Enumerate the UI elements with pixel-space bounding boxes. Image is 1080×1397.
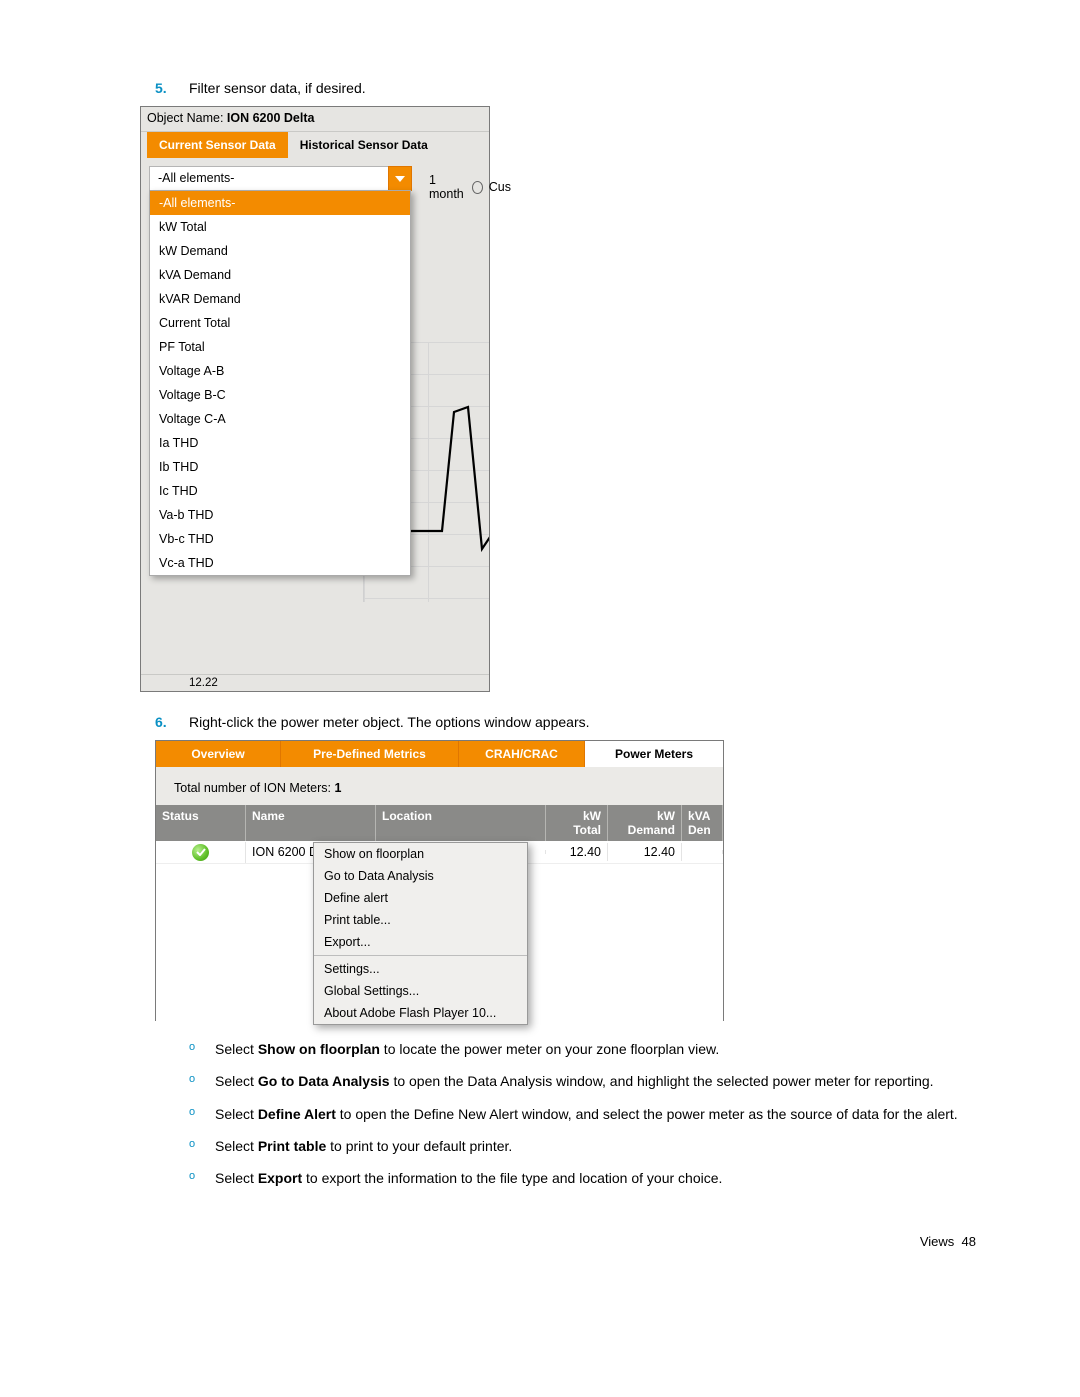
ctx-go-to-data-analysis[interactable]: Go to Data Analysis [314,865,527,887]
footer-page: 48 [962,1234,976,1249]
bullet-mark: o [189,1041,215,1053]
sensor-tabs: Current Sensor Data Historical Sensor Da… [141,132,489,158]
sub-item-show-on-floorplan: o Select Show on floorplan to locate the… [189,1039,980,1059]
b2-pre: Select [215,1073,258,1089]
bullet-mark: o [189,1106,215,1118]
page-footer: Views 48 [155,1234,980,1249]
row-kw-demand: 12.40 [608,843,682,861]
chart-bottom-value: 12.22 [141,674,489,691]
sensor-data-screenshot: Object Name: ION 6200 Delta Current Sens… [140,106,490,692]
power-meter-table-screenshot: Overview Pre-Defined Metrics CRAH/CRAC P… [155,740,724,1021]
step-5: 5. Filter sensor data, if desired. [155,80,980,96]
dd-option-kw-demand[interactable]: kW Demand [150,239,410,263]
time-cus-label: Cus [489,180,511,194]
element-filter-input[interactable]: -All elements- [149,166,389,191]
sub-item-print-table: o Select Print table to print to your de… [189,1136,980,1156]
total-meters-value: 1 [335,781,342,795]
tab-historical-sensor-data[interactable]: Historical Sensor Data [288,132,440,158]
footer-section: Views [920,1234,954,1249]
dd-option-voltage-a-b[interactable]: Voltage A-B [150,359,410,383]
dd-option-all-elements[interactable]: -All elements- [150,191,410,215]
dd-option-pf-total[interactable]: PF Total [150,335,410,359]
object-name-row: Object Name: ION 6200 Delta [141,107,489,132]
dd-option-current-total[interactable]: Current Total [150,311,410,335]
b4-post: to print to your default printer. [326,1138,512,1154]
bullet-mark: o [189,1138,215,1150]
step-6-text: Right-click the power meter object. The … [189,714,980,730]
dd-option-ia-thd[interactable]: Ia THD [150,431,410,455]
b4-bold: Print table [258,1138,326,1154]
row-kw-total: 12.40 [546,843,608,861]
dd-option-kw-total[interactable]: kW Total [150,215,410,239]
element-filter-dropdown-button[interactable] [388,166,412,191]
tab-pre-defined-metrics[interactable]: Pre-Defined Metrics [281,741,459,767]
step-5-number: 5. [155,80,189,96]
tab-crah-crac[interactable]: CRAH/CRAC [459,741,585,767]
b1-bold: Show on floorplan [258,1041,380,1057]
status-ok-icon [192,844,209,861]
element-filter-row: -All elements- -All elements- kW Total k… [149,166,489,192]
tab-power-meters[interactable]: Power Meters [585,741,723,767]
dd-option-voltage-b-c[interactable]: Voltage B-C [150,383,410,407]
b3-bold: Define Alert [258,1106,336,1122]
ctx-global-settings[interactable]: Global Settings... [314,980,527,1002]
ctx-separator [314,955,527,956]
ctx-export[interactable]: Export... [314,931,527,953]
sub-option-list: o Select Show on floorplan to locate the… [189,1039,980,1188]
col-location[interactable]: Location [376,805,546,841]
dd-option-ib-thd[interactable]: Ib THD [150,455,410,479]
b1-pre: Select [215,1041,258,1057]
ctx-settings[interactable]: Settings... [314,958,527,980]
ctx-print-table[interactable]: Print table... [314,909,527,931]
tab-current-sensor-data[interactable]: Current Sensor Data [147,132,288,158]
col-status[interactable]: Status [156,805,246,841]
object-name-label: Object Name: [147,111,223,125]
col-kva-demand[interactable]: kVA Den [682,805,723,841]
dd-option-voltage-c-a[interactable]: Voltage C-A [150,407,410,431]
sub-item-export: o Select Export to export the informatio… [189,1168,980,1188]
dd-option-kva-demand[interactable]: kVA Demand [150,263,410,287]
step-5-text: Filter sensor data, if desired. [189,80,980,96]
tab-overview[interactable]: Overview [156,741,281,767]
ctx-show-on-floorplan[interactable]: Show on floorplan [314,843,527,865]
chevron-down-icon [395,176,405,182]
dd-option-ic-thd[interactable]: Ic THD [150,479,410,503]
step-6: 6. Right-click the power meter object. T… [155,714,980,730]
ctx-define-alert[interactable]: Define alert [314,887,527,909]
sub-item-define-alert: o Select Define Alert to open the Define… [189,1104,980,1124]
total-meters-line: Total number of ION Meters: 1 [156,767,723,805]
sub-item-go-to-data-analysis: o Select Go to Data Analysis to open the… [189,1071,980,1091]
context-menu: Show on floorplan Go to Data Analysis De… [313,842,528,1025]
b5-bold: Export [258,1170,302,1186]
dd-option-va-b-thd[interactable]: Va-b THD [150,503,410,527]
row-kva-demand [682,850,723,854]
col-kw-total[interactable]: kW Total [546,805,608,841]
b2-post: to open the Data Analysis window, and hi… [390,1073,934,1089]
b5-pre: Select [215,1170,258,1186]
col-name[interactable]: Name [246,805,376,841]
ctx-about-flash[interactable]: About Adobe Flash Player 10... [314,1002,527,1024]
element-filter-dropdown-list: -All elements- kW Total kW Demand kVA De… [149,190,411,576]
col-kw-demand[interactable]: kW Demand [608,805,682,841]
dd-option-kvar-demand[interactable]: kVAR Demand [150,287,410,311]
total-meters-label: Total number of ION Meters: [174,781,331,795]
b5-post: to export the information to the file ty… [302,1170,722,1186]
main-tabs: Overview Pre-Defined Metrics CRAH/CRAC P… [156,741,723,767]
b2-bold: Go to Data Analysis [258,1073,390,1089]
b3-pre: Select [215,1106,258,1122]
table-header: Status Name Location kW Total kW Demand … [156,805,723,841]
step-6-number: 6. [155,714,189,730]
b1-post: to locate the power meter on your zone f… [380,1041,719,1057]
b3-post: to open the Define New Alert window, and… [336,1106,958,1122]
object-name-value: ION 6200 Delta [227,111,315,125]
bullet-mark: o [189,1073,215,1085]
dd-option-vb-c-thd[interactable]: Vb-c THD [150,527,410,551]
b4-pre: Select [215,1138,258,1154]
dd-option-vc-a-thd[interactable]: Vc-a THD [150,551,410,575]
bullet-mark: o [189,1170,215,1182]
